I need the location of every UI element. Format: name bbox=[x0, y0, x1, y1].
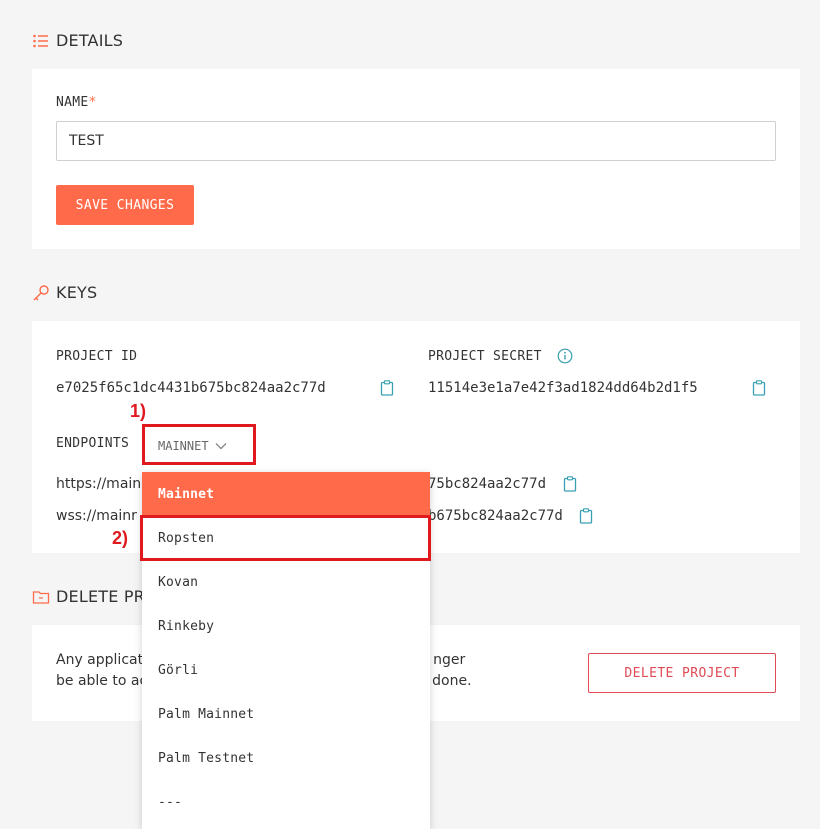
wss-endpoint-prefix: wss://mainr bbox=[56, 508, 137, 524]
network-dropdown-menu: Mainnet Ropsten Kovan Rinkeby Görli Palm… bbox=[142, 472, 430, 829]
copy-icon[interactable] bbox=[579, 508, 593, 524]
network-select-value: MAINNET bbox=[158, 439, 209, 453]
annotation-label-2: 2) bbox=[112, 528, 129, 548]
dropdown-item-rinkeby[interactable]: Rinkeby bbox=[142, 604, 430, 648]
name-label: NAME* bbox=[56, 95, 97, 110]
annotation-label-1: 1) bbox=[130, 401, 147, 421]
keys-heading-text: KEYS bbox=[56, 283, 98, 302]
required-mark: * bbox=[88, 95, 97, 110]
project-id-label: PROJECT ID bbox=[56, 349, 138, 364]
network-select[interactable]: MAINNET bbox=[144, 429, 252, 463]
dropdown-item-separator: --- bbox=[158, 794, 183, 810]
delete-text-line2-a: be able to ac bbox=[56, 673, 148, 689]
https-endpoint-prefix: https://main bbox=[56, 476, 142, 492]
copy-icon[interactable] bbox=[752, 380, 766, 396]
dropdown-item-palm-mainnet[interactable]: Palm Mainnet bbox=[142, 692, 430, 736]
wss-endpoint-suffix: b675bc824aa2c77d bbox=[428, 508, 563, 524]
project-secret-value: 11514e3e1a7e42f3ad1824dd64b2d1f5 bbox=[428, 380, 698, 396]
dropdown-item-mainnet[interactable]: Mainnet bbox=[142, 472, 430, 516]
dropdown-item-goerli[interactable]: Görli bbox=[142, 648, 430, 692]
project-secret-label: PROJECT SECRET bbox=[428, 349, 542, 364]
chevron-down-icon bbox=[215, 442, 227, 450]
dropdown-item-ropsten[interactable]: Ropsten bbox=[142, 516, 430, 560]
details-card: NAME* SAVE CHANGES bbox=[32, 69, 800, 249]
delete-text-line2-b: done. bbox=[432, 673, 472, 689]
dropdown-item-kovan[interactable]: Kovan bbox=[142, 560, 430, 604]
name-label-text: NAME bbox=[56, 95, 89, 110]
name-input[interactable] bbox=[56, 121, 776, 161]
copy-icon[interactable] bbox=[380, 380, 394, 396]
details-heading: DETAILS bbox=[32, 31, 123, 50]
details-heading-text: DETAILS bbox=[56, 31, 124, 50]
delete-text-line1-a: Any applicat bbox=[56, 652, 144, 668]
project-secret-label-text: PROJECT SECRET bbox=[428, 349, 542, 364]
info-icon[interactable] bbox=[557, 348, 573, 364]
endpoints-label: ENDPOINTS bbox=[56, 436, 130, 451]
https-endpoint-suffix: 75bc824aa2c77d bbox=[428, 476, 547, 492]
keys-heading: KEYS bbox=[32, 283, 97, 302]
project-id-value: e7025f65c1dc4431b675bc824aa2c77d bbox=[56, 380, 326, 396]
delete-project-button[interactable]: DELETE PROJECT bbox=[588, 653, 776, 693]
key-icon bbox=[32, 284, 50, 302]
delete-heading-text: DELETE PR bbox=[56, 587, 145, 606]
dropdown-item-palm-testnet[interactable]: Palm Testnet bbox=[142, 736, 430, 780]
delete-text-line1-b: nger bbox=[433, 652, 466, 668]
copy-icon[interactable] bbox=[563, 476, 577, 492]
save-changes-button[interactable]: SAVE CHANGES bbox=[56, 185, 194, 225]
folder-icon bbox=[32, 588, 50, 606]
delete-heading: DELETE PR bbox=[32, 587, 145, 606]
list-icon bbox=[32, 32, 50, 50]
